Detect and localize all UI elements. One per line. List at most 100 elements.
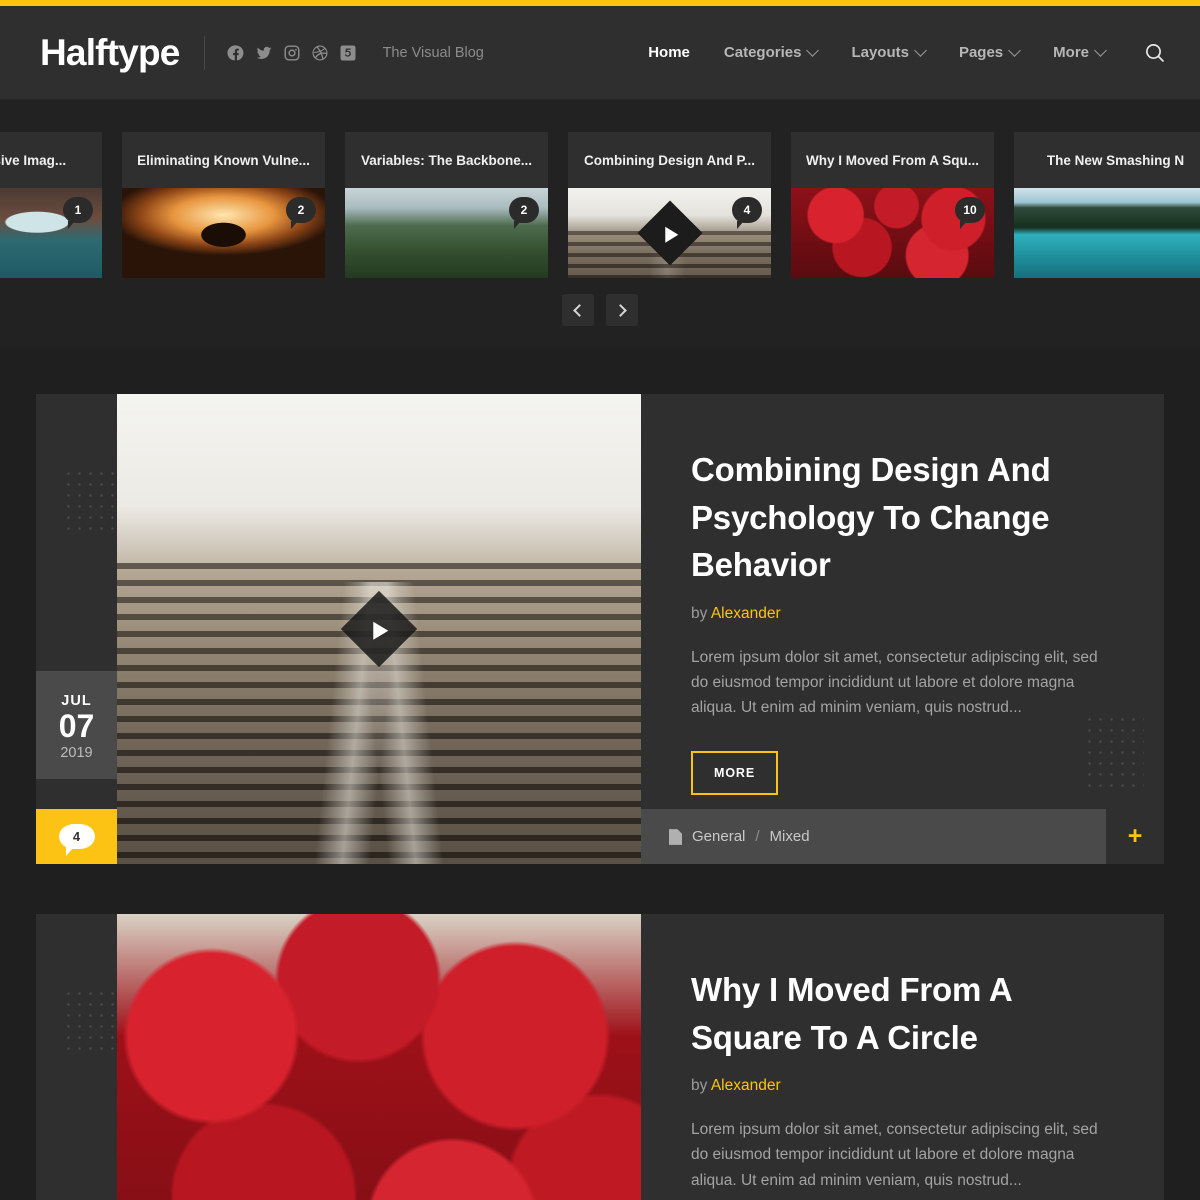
slide-title-box: Variables: The Backbone... [345,132,548,188]
featured-carousel: r Responsive Imag... 1 Eliminating Known… [0,100,1200,348]
slide-title: Why I Moved From A Squ... [805,152,979,168]
dot-decoration [63,468,117,538]
comment-count-badge: 10 [955,197,985,229]
chevron-down-icon [914,43,927,57]
slide-thumbnail[interactable] [1014,188,1200,278]
post-byline: by Alexander [691,605,1118,623]
post-body: Combining Design And Psychology To Chang… [641,394,1164,864]
post-comment-badge[interactable]: 4 [36,809,117,864]
chevron-down-icon [1008,43,1022,57]
nav-label-pages: Pages [958,44,1004,61]
chevron-right-icon [614,303,627,317]
slide-title: Combining Design And P... [583,152,755,168]
slide-thumbnail[interactable]: 2 [122,188,325,278]
post-featured-image[interactable] [117,394,641,864]
date-day: 07 [58,708,95,744]
chevron-down-icon [806,43,820,57]
carousel-slide[interactable]: Variables: The Backbone... 2 [345,132,548,278]
slide-title-box: r Responsive Imag... [0,132,102,188]
comment-count: 4 [58,824,95,856]
category-separator: / [755,828,760,845]
site-tagline: The Visual Blog [382,44,484,61]
nav-label-more: More [1053,44,1089,61]
slide-title-box: Why I Moved From A Squ... [791,132,994,188]
post-rail: JUL 07 2019 4 [36,394,117,864]
carousel-slide[interactable]: Why I Moved From A Squ... 10 [791,132,994,278]
post-date-badge: JUL 07 2019 [36,671,117,779]
nav-label-categories: Categories [723,44,802,61]
file-icon [669,828,682,845]
slide-thumbnail[interactable]: 2 [345,188,548,278]
comment-count-badge: 4 [732,197,762,229]
carousel-slide[interactable]: r Responsive Imag... 1 [0,132,102,278]
date-year: 2019 [60,744,93,761]
chevron-left-icon [573,303,586,317]
post-category-bar: General / Mixed [641,809,1106,864]
facebook-icon[interactable] [227,44,245,62]
nav-label-home: Home [648,44,690,61]
twitter-icon[interactable] [255,44,273,62]
post-title[interactable]: Combining Design And Psychology To Chang… [691,446,1118,589]
slide-title: r Responsive Imag... [0,152,67,168]
share-expand-button[interactable]: + [1106,809,1164,864]
nav-item-pages[interactable]: Pages [942,43,1036,61]
slide-photo [1014,188,1200,278]
carousel-controls [0,278,1200,348]
search-button[interactable] [1140,38,1170,68]
slide-title-box: Combining Design And P... [568,132,771,188]
slide-title: The New Smashing N [1046,152,1185,168]
logo-divider [203,35,205,70]
slide-title-box: The New Smashing N [1014,132,1200,188]
carousel-prev-button[interactable] [562,294,594,326]
dot-decoration [63,988,117,1058]
fivehundredpx-icon[interactable] [339,44,357,62]
carousel-slide[interactable]: Eliminating Known Vulne... 2 [122,132,325,278]
main-navigation: Home Categories Layouts Pages More [631,38,1170,68]
site-header: Halftype The Visual Blog Home Categories… [0,6,1200,100]
post-footer: General / Mixed + [641,809,1164,864]
post-category[interactable]: General [692,828,745,845]
nav-item-layouts[interactable]: Layouts [834,43,942,61]
carousel-track[interactable]: r Responsive Imag... 1 Eliminating Known… [0,132,1200,278]
instagram-icon[interactable] [283,44,301,62]
chevron-down-icon [1094,43,1107,57]
slide-title-box: Eliminating Known Vulne... [122,132,325,188]
post-excerpt: Lorem ipsum dolor sit amet, consectetur … [691,648,1098,717]
slide-title: Eliminating Known Vulne... [137,152,310,168]
post-card: JUL 07 2019 4 Combining Design And Psych… [36,394,1164,864]
slide-thumbnail[interactable]: 1 [0,188,102,278]
carousel-slide[interactable]: The New Smashing N [1014,132,1200,278]
nav-label-layouts: Layouts [851,44,909,61]
nav-item-more[interactable]: More [1036,43,1122,61]
post-list: JUL 07 2019 4 Combining Design And Psych… [0,348,1200,1200]
date-month: JUL [61,693,92,709]
dot-decoration [1084,714,1144,792]
byline-prefix: by [691,1077,708,1095]
nav-item-home[interactable]: Home [631,44,707,61]
search-icon [1146,43,1164,62]
comment-count-badge: 2 [286,197,316,229]
slide-thumbnail[interactable]: 10 [791,188,994,278]
carousel-slide[interactable]: Combining Design And P... 4 [568,132,771,278]
more-button[interactable]: MORE [691,750,779,795]
slide-thumbnail[interactable]: 4 [568,188,771,278]
post-author-link[interactable]: Alexander [711,1077,781,1094]
post-card: Why I Moved From A Square To A Circle by… [36,914,1164,1200]
dribbble-icon[interactable] [311,44,329,62]
post-title[interactable]: Why I Moved From A Square To A Circle [691,966,1118,1061]
post-excerpt: Lorem ipsum dolor sit amet, consectetur … [691,1121,1098,1189]
post-author-link[interactable]: Alexander [711,605,781,622]
slide-title: Variables: The Backbone... [360,152,533,168]
carousel-next-button[interactable] [606,294,638,326]
post-photo [117,914,641,1200]
site-logo[interactable]: Halftype [40,34,180,71]
comment-count-badge: 2 [509,197,539,229]
social-links [227,44,357,62]
post-featured-image[interactable] [117,914,641,1200]
post-subcategory[interactable]: Mixed [770,828,810,845]
post-body: Why I Moved From A Square To A Circle by… [641,914,1164,1200]
nav-item-categories[interactable]: Categories [707,43,835,61]
comment-count-badge: 1 [63,197,93,229]
post-rail [36,914,117,1200]
byline-prefix: by [691,604,708,622]
